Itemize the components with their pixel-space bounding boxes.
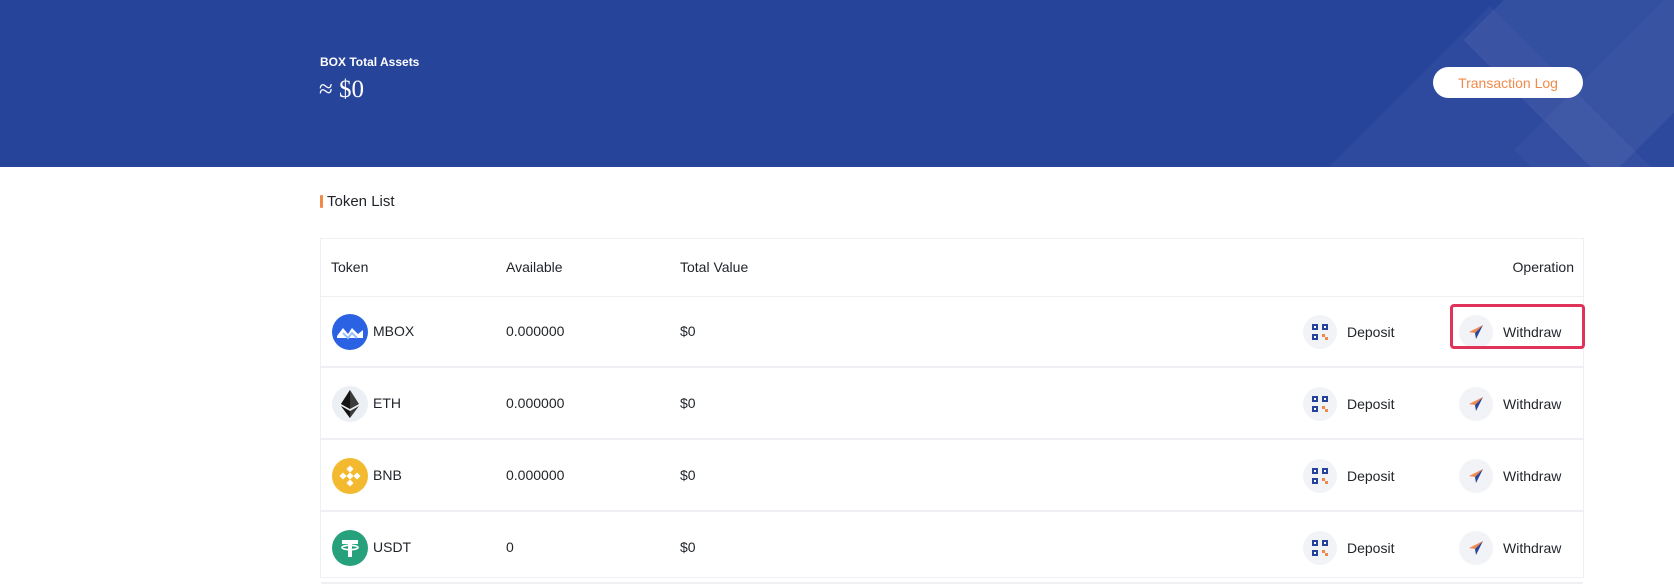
available-amount: 0	[506, 539, 514, 555]
token-list-heading: Token List	[320, 193, 395, 210]
withdraw-button[interactable]: Withdraw	[1459, 458, 1561, 494]
qr-code-icon	[1303, 531, 1337, 565]
column-header-total-value: Total Value	[680, 259, 749, 275]
deposit-label: Deposit	[1347, 540, 1395, 556]
deposit-button[interactable]: Deposit	[1303, 530, 1394, 566]
deposit-label: Deposit	[1347, 468, 1395, 484]
table-row: USDT 0 $0 Deposit Withdraw	[321, 512, 1583, 584]
deposit-button[interactable]: Deposit	[1303, 386, 1394, 422]
withdraw-button[interactable]: Withdraw	[1459, 386, 1561, 422]
assets-banner: BOX Total Assets ≈ $0 Transaction Log	[0, 0, 1674, 167]
table-row: ETH 0.000000 $0 Deposit Withdraw	[321, 368, 1583, 440]
send-arrow-icon	[1459, 459, 1493, 493]
column-header-token: Token	[331, 259, 369, 275]
withdraw-button[interactable]: Withdraw	[1459, 530, 1561, 566]
total-value: $0	[680, 395, 696, 411]
column-header-available: Available	[506, 259, 563, 275]
heading-accent-bar	[320, 195, 323, 208]
available-amount: 0.000000	[506, 323, 565, 339]
token-name: ETH	[373, 395, 401, 411]
total-value: $0	[680, 323, 696, 339]
send-arrow-icon	[1459, 387, 1493, 421]
table-row: MBOX 0.000000 $0 Deposit Withdraw	[321, 296, 1583, 368]
column-header-operation: Operation	[1512, 259, 1574, 275]
available-amount: 0.000000	[506, 467, 565, 483]
total-assets-value: ≈ $0	[319, 76, 364, 103]
withdraw-label: Withdraw	[1503, 396, 1562, 412]
withdraw-highlight-box	[1450, 304, 1585, 349]
deposit-label: Deposit	[1347, 324, 1395, 340]
token-table: Token Available Total Value Operation MB…	[320, 238, 1584, 584]
qr-code-icon	[1303, 387, 1337, 421]
available-amount: 0.000000	[506, 395, 565, 411]
total-assets-label: BOX Total Assets	[320, 55, 420, 69]
deposit-label: Deposit	[1347, 396, 1395, 412]
transaction-log-button[interactable]: Transaction Log	[1433, 67, 1583, 98]
usdt-icon	[332, 530, 368, 566]
table-header: Token Available Total Value Operation	[321, 239, 1583, 297]
token-list-title: Token List	[327, 193, 395, 210]
deposit-button[interactable]: Deposit	[1303, 458, 1394, 494]
total-value: $0	[680, 539, 696, 555]
table-row: BNB 0.000000 $0 Deposit Withdraw	[321, 440, 1583, 512]
withdraw-label: Withdraw	[1503, 468, 1562, 484]
token-name: BNB	[373, 467, 402, 483]
total-value: $0	[680, 467, 696, 483]
token-name: MBOX	[373, 323, 415, 339]
qr-code-icon	[1303, 459, 1337, 493]
token-name: USDT	[373, 539, 412, 555]
mbox-icon	[332, 314, 368, 350]
withdraw-label: Withdraw	[1503, 540, 1562, 556]
deposit-button[interactable]: Deposit	[1303, 314, 1394, 350]
qr-code-icon	[1303, 315, 1337, 349]
eth-icon	[332, 386, 368, 422]
send-arrow-icon	[1459, 531, 1493, 565]
bnb-icon	[332, 458, 368, 494]
